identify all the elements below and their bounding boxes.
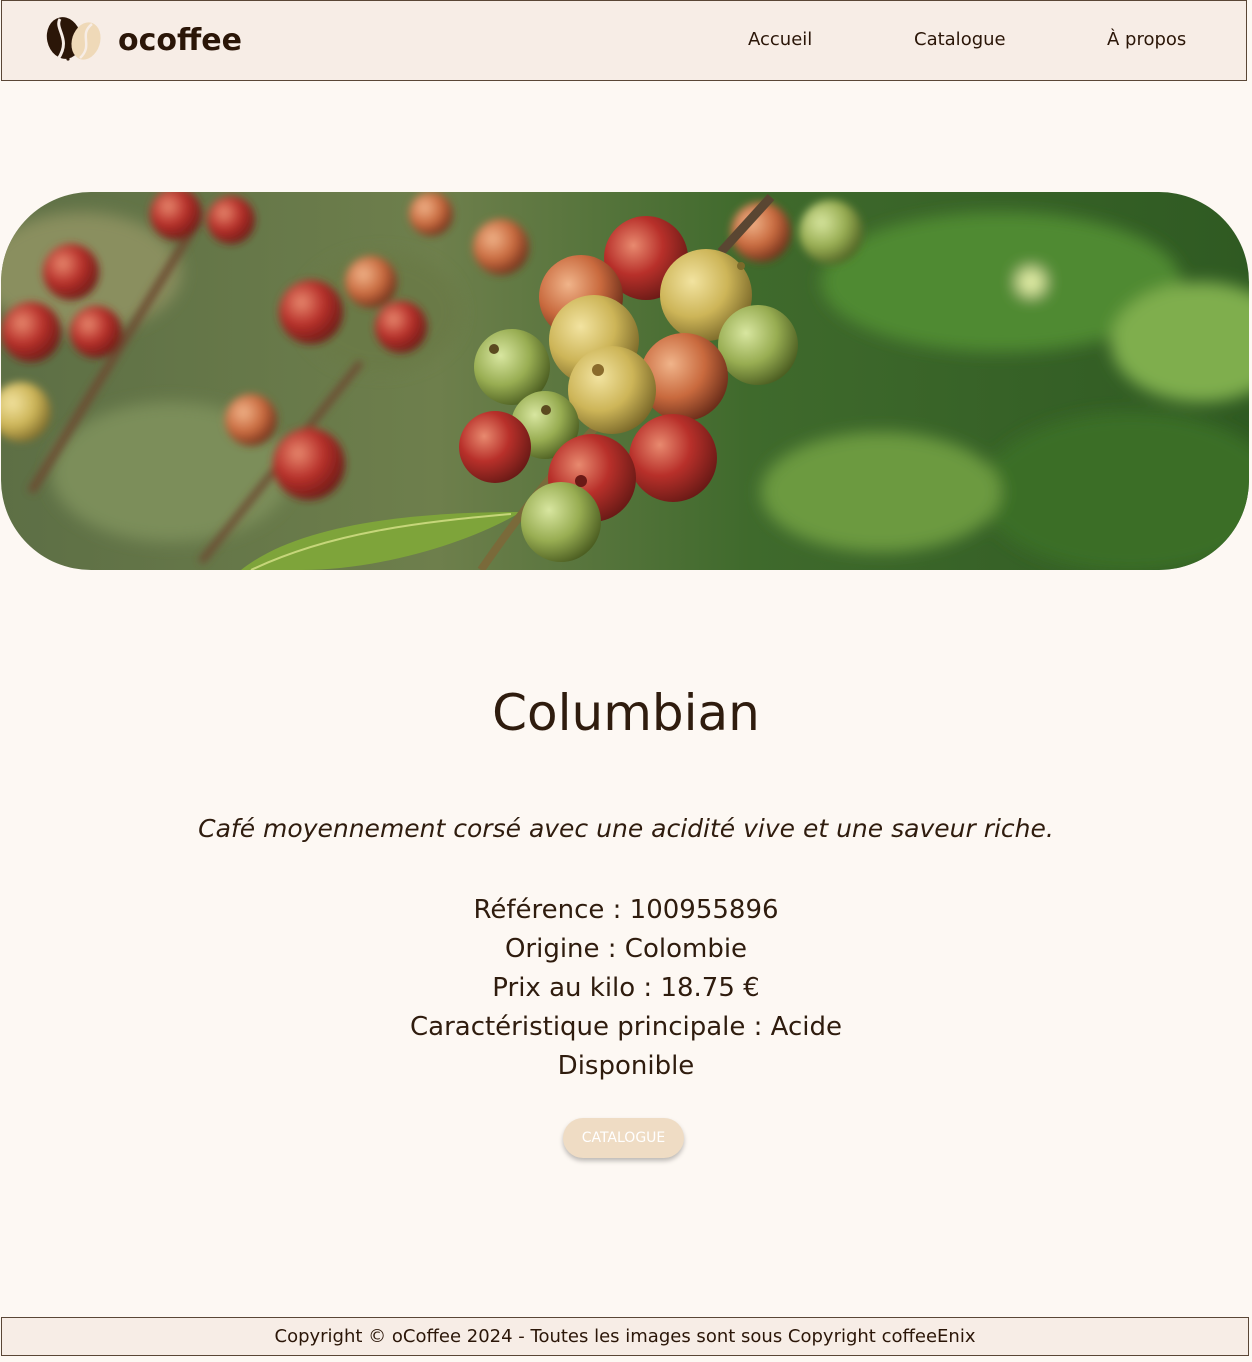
product-availability: Disponible — [557, 1051, 695, 1081]
catalogue-button[interactable]: CATALOGUE — [563, 1118, 684, 1158]
product-description: Café moyennement corsé avec une acidité … — [198, 814, 1054, 843]
product-title: Columbian — [492, 684, 760, 742]
nav-catalogue[interactable]: Catalogue — [914, 29, 1006, 50]
nav-a-propos[interactable]: À propos — [1107, 29, 1186, 50]
product-price: Prix au kilo : 18.75 € — [492, 973, 760, 1003]
product-origin: Origine : Colombie — [504, 934, 748, 964]
coffee-bean-logo-icon — [46, 17, 101, 61]
brand-name: ocoffee — [118, 22, 242, 58]
hero-image — [1, 192, 1249, 570]
site-header: ocoffee Accueil Catalogue À propos — [1, 0, 1247, 81]
product-details: Référence : 100955896 Origine : Colombie… — [0, 891, 1252, 1086]
logo[interactable]: ocoffee — [42, 15, 242, 65]
product-characteristic: Caractéristique principale : Acide — [409, 1012, 843, 1042]
copyright-text: Copyright © oCoffee 2024 - Toutes les im… — [274, 1326, 976, 1347]
nav-accueil[interactable]: Accueil — [748, 29, 812, 50]
coffee-cherries-image — [1, 192, 1249, 570]
product-reference: Référence : 100955896 — [473, 895, 779, 925]
site-footer: Copyright © oCoffee 2024 - Toutes les im… — [1, 1317, 1249, 1356]
